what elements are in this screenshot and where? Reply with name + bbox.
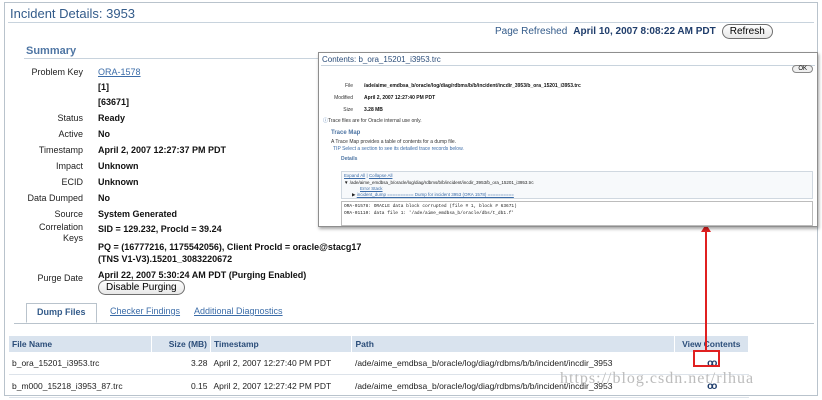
status-label: Status bbox=[57, 113, 83, 123]
refresh-timestamp: April 10, 2007 8:08:22 AM PDT bbox=[573, 26, 716, 37]
trace-map-heading: Trace Map bbox=[331, 130, 361, 136]
popup-size-value: 3.28 MB bbox=[364, 107, 383, 113]
correlation-line1: SID = 129.232, ProcId = 39.24 bbox=[98, 224, 222, 234]
disable-purging-button[interactable]: Disable Purging bbox=[98, 280, 185, 295]
source-label: Source bbox=[54, 209, 83, 219]
tab-additional-diagnostics[interactable]: Additional Diagnostics bbox=[194, 306, 283, 316]
cell-file-name: b_ora_15201_i3953.trc bbox=[9, 352, 152, 375]
page-title: Incident Details: 3953 bbox=[10, 6, 136, 21]
cell-timestamp: April 2, 2007 12:27:42 PM PDT bbox=[210, 374, 352, 398]
refresh-bar: Page Refreshed April 10, 2007 8:08:22 AM… bbox=[495, 24, 773, 39]
status-value: Ready bbox=[98, 113, 126, 123]
popup-file-label: File bbox=[344, 83, 353, 89]
popup-modified-value: April 2, 2007 12:27:40 PM PDT bbox=[364, 95, 436, 101]
cell-size: 3.28 bbox=[151, 352, 211, 375]
popup-title: Contents: b_ora_15201_i3953.trc bbox=[322, 55, 441, 64]
problem-key-line3: [63671] bbox=[98, 97, 130, 107]
timestamp-label: Timestamp bbox=[38, 145, 83, 155]
cell-timestamp: April 2, 2007 12:27:40 PM PDT bbox=[210, 352, 352, 375]
tree-incident-dump[interactable]: incident_dump ========== Dump for incide… bbox=[357, 192, 514, 197]
tree-root[interactable]: /ade/aime_emdbsa_b/oracle/log/diag/rdbms… bbox=[350, 180, 534, 185]
impact-value: Unknown bbox=[98, 161, 139, 171]
correlation-line2: PQ = (16777216, 1175542056), Client Proc… bbox=[98, 242, 362, 252]
timestamp-value: April 2, 2007 12:27:37 PM PDT bbox=[98, 145, 227, 155]
correlation-keys-label-2: Keys bbox=[62, 233, 83, 243]
trace-output-line1: ORA-01578: ORACLE data block corrupted (… bbox=[344, 204, 517, 209]
active-value: No bbox=[98, 129, 110, 139]
purge-date-value: April 22, 2007 5:30:24 AM PDT (Purging E… bbox=[98, 270, 307, 280]
ecid-value: Unknown bbox=[98, 177, 139, 187]
data-dumped-label: Data Dumped bbox=[27, 193, 83, 203]
dump-files-table: File Name Size (MB) Timestamp Path View … bbox=[9, 336, 750, 398]
data-dumped-value: No bbox=[98, 193, 110, 203]
title-divider bbox=[8, 22, 814, 23]
trace-output: ORA-01578: ORACLE data block corrupted (… bbox=[341, 201, 813, 226]
summary-divider bbox=[24, 58, 324, 59]
col-path[interactable]: Path bbox=[351, 336, 675, 352]
trace-output-line2: ORA-01110: data file 1: '/ade/aime_emdbs… bbox=[344, 211, 515, 216]
ecid-label: ECID bbox=[61, 177, 83, 187]
highlight-connector bbox=[705, 230, 707, 350]
trace-map-desc: A Trace Map provides a table of contents… bbox=[331, 139, 457, 145]
problem-key-label: Problem Key bbox=[31, 67, 83, 77]
active-label: Active bbox=[58, 129, 83, 139]
popup-size-label: Size bbox=[343, 107, 353, 113]
tab-checker-findings[interactable]: Checker Findings bbox=[110, 306, 180, 316]
collapse-all-link[interactable]: Collapse All bbox=[369, 173, 393, 178]
watermark: https://blog.csdn.net/rlhua bbox=[560, 370, 755, 387]
correlation-line3: (TNS V1-V3).15201_3083220672 bbox=[98, 254, 233, 264]
impact-label: Impact bbox=[55, 161, 83, 171]
tree-expand-icon[interactable]: ▶ bbox=[352, 192, 355, 197]
col-timestamp[interactable]: Timestamp bbox=[210, 336, 353, 352]
cell-size: 0.15 bbox=[151, 374, 211, 398]
purge-date-label: Purge Date bbox=[37, 273, 83, 283]
trace-contents-popup: Contents: b_ora_15201_i3953.trc OK File … bbox=[318, 52, 818, 227]
refresh-button[interactable]: Refresh bbox=[721, 24, 773, 39]
col-size[interactable]: Size (MB) bbox=[151, 336, 212, 352]
tree-error-stack[interactable]: Error Stack bbox=[360, 186, 383, 191]
popup-divider bbox=[321, 65, 815, 66]
tab-dump-files[interactable]: Dump Files bbox=[26, 303, 97, 323]
problem-key-line2: [1] bbox=[98, 82, 109, 92]
popup-note: ⓘTrace files are for Oracle internal use… bbox=[323, 118, 422, 124]
detail-tabs: Dump Files Checker Findings Additional D… bbox=[14, 303, 814, 324]
summary-heading: Summary bbox=[26, 45, 77, 57]
correlation-keys-label-1: Correlation bbox=[38, 222, 83, 232]
source-value: System Generated bbox=[98, 209, 178, 219]
cell-file-name: b_m000_15218_i3953_87.trc bbox=[9, 374, 152, 398]
col-file-name[interactable]: File Name bbox=[9, 336, 152, 352]
popup-file-value: /ade/aime_emdbsa_b/oracle/log/diag/rdbms… bbox=[364, 83, 581, 89]
details-heading: Details bbox=[341, 156, 358, 162]
highlight-box bbox=[693, 350, 720, 367]
ok-button[interactable]: OK bbox=[792, 65, 813, 73]
popup-modified-label: Modified bbox=[334, 95, 353, 101]
tree-collapse-icon[interactable]: ▼ bbox=[344, 180, 348, 185]
problem-key-link[interactable]: ORA-1578 bbox=[98, 67, 141, 77]
trace-map-tip: TIP Select a section to see its detailed… bbox=[333, 146, 464, 152]
refresh-label: Page Refreshed bbox=[495, 26, 568, 37]
expand-all-link[interactable]: Expand All bbox=[344, 173, 365, 178]
trace-tree: Expand All | Collapse All ▼ /ade/aime_em… bbox=[341, 171, 813, 199]
table-header-row: File Name Size (MB) Timestamp Path View … bbox=[9, 336, 750, 352]
